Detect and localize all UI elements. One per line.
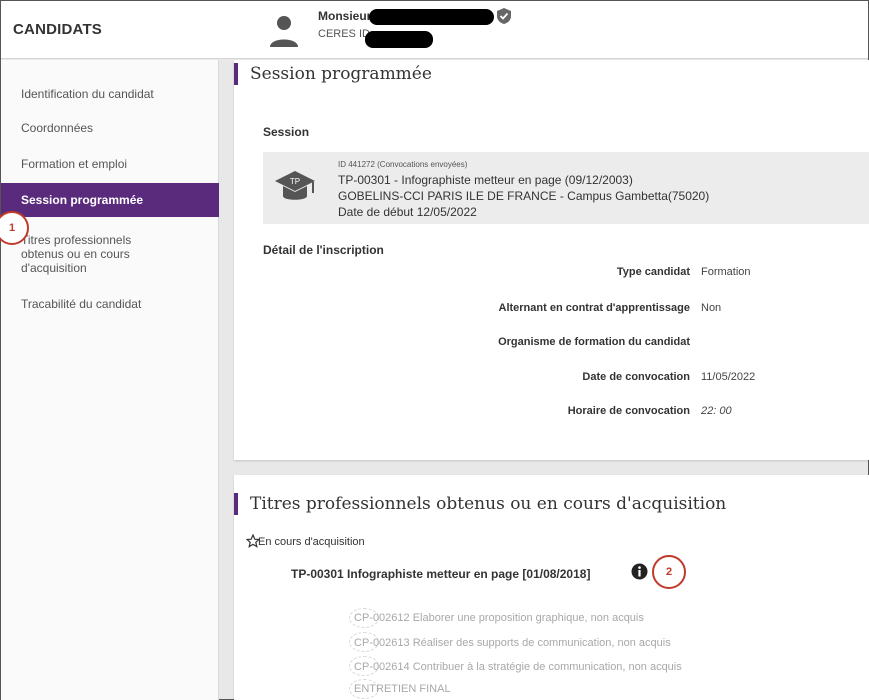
session-section-title: Session programmée	[234, 63, 432, 85]
redacted-id	[365, 31, 433, 48]
tp-title: TP-00301 Infographiste metteur en page […	[291, 567, 591, 581]
titres-section-title: Titres professionnels obtenus ou en cour…	[234, 493, 726, 515]
inscription-title: Détail de l'inscription	[263, 243, 384, 257]
sidebar-item-tracabilite[interactable]: Tracabilité du candidat	[1, 297, 219, 311]
competence-item: CP-002612 Elaborer une proposition graph…	[354, 612, 644, 624]
row-organisme-label: Organisme de formation du candidat	[498, 336, 690, 348]
sidebar-nav: Identification du candidat Coordonnées F…	[1, 60, 219, 700]
top-header: CANDIDATS Monsieur CERES ID	[1, 1, 868, 59]
sidebar-item-identification[interactable]: Identification du candidat	[1, 87, 219, 101]
user-ceres-id: CERES ID	[318, 28, 370, 40]
session-place-line: GOBELINS-CCI PARIS ILE DE FRANCE - Campu…	[338, 189, 710, 203]
session-subtitle: Session	[263, 125, 310, 139]
status-en-cours: En cours d'acquisition	[258, 536, 365, 548]
sidebar-item-formation-emploi[interactable]: Formation et emploi	[1, 157, 219, 171]
graduation-cap-icon: TP	[275, 171, 315, 200]
app-window: CANDIDATS Monsieur CERES ID Identificati…	[0, 0, 869, 700]
session-info-box: TP ID 441272 (Convocations envoyées) TP-…	[263, 152, 869, 224]
row-date-convocation-label: Date de convocation	[582, 371, 690, 383]
competence-item: ENTRETIEN FINAL	[354, 683, 451, 695]
titres-card: Titres professionnels obtenus ou en cour…	[234, 475, 869, 700]
competence-item: CP-002614 Contribuer à la stratégie de c…	[354, 661, 682, 673]
row-date-convocation-value: 11/05/2022	[701, 371, 756, 383]
info-icon[interactable]	[631, 563, 648, 580]
sidebar-item-coordonnees[interactable]: Coordonnées	[1, 121, 219, 135]
row-horaire-value: 22: 00	[701, 405, 732, 417]
session-start-date: Date de début 12/05/2022	[338, 205, 477, 219]
competence-item: CP-002613 Réaliser des supports de commu…	[354, 637, 671, 649]
session-title-line: TP-00301 - Infographiste metteur en page…	[338, 173, 633, 187]
user-name: Monsieur	[318, 9, 372, 23]
session-card: Session programmée Session TP ID 441272 …	[234, 60, 869, 460]
annotation-badge-2: 2	[652, 555, 686, 589]
session-id: ID 441272 (Convocations envoyées)	[338, 160, 468, 169]
svg-text:TP: TP	[290, 177, 300, 186]
app-brand: CANDIDATS	[13, 21, 103, 38]
sidebar-item-titres-professionnels[interactable]: Titres professionnels obtenus ou en cour…	[1, 233, 161, 275]
row-type-candidat-value: Formation	[701, 266, 751, 278]
row-alternant-value: Non	[701, 302, 722, 314]
row-alternant-label: Alternant en contrat d'apprentissage	[498, 302, 691, 314]
redacted-name	[369, 9, 494, 25]
row-type-candidat-label: Type candidat	[616, 266, 690, 278]
row-horaire-label: Horaire de convocation	[567, 405, 690, 417]
verified-shield-icon	[497, 8, 511, 24]
user-avatar-icon	[270, 16, 298, 47]
sidebar-item-session-programmee[interactable]: Session programmée	[1, 183, 219, 217]
